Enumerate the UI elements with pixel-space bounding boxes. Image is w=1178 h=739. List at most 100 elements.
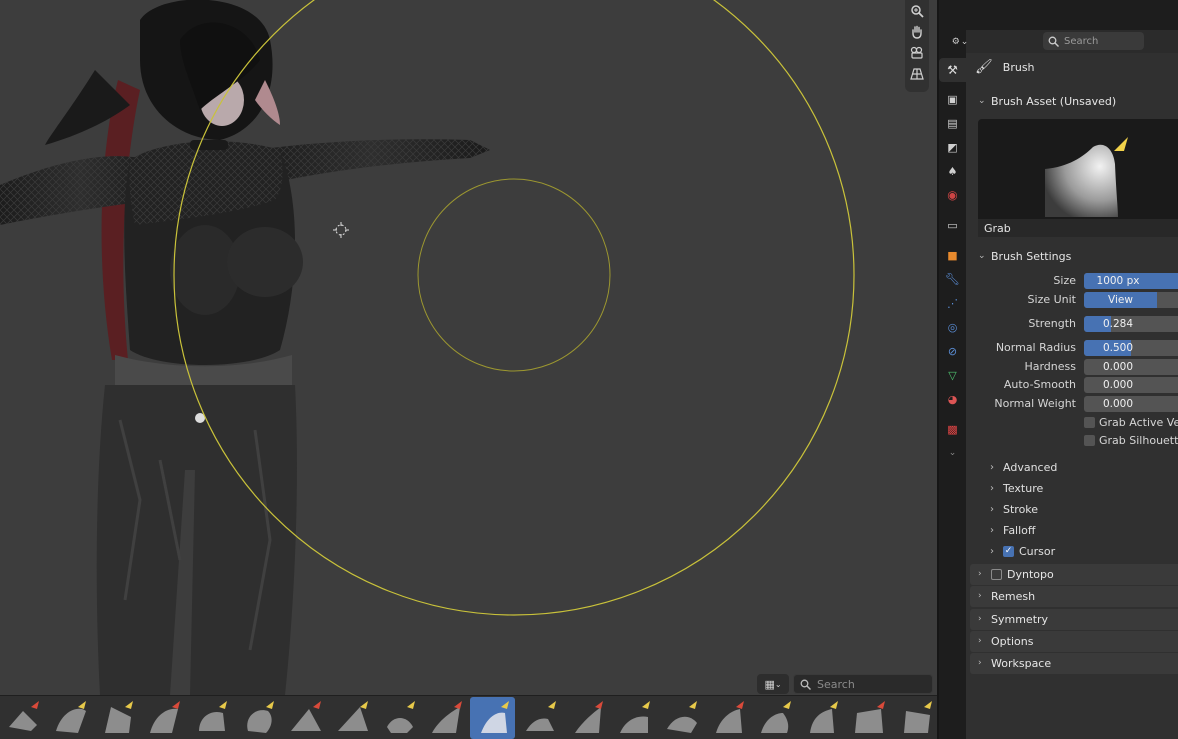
stroke-subpanel[interactable]: › Stroke <box>990 500 1038 518</box>
tab-scene[interactable]: ♠ <box>939 159 966 183</box>
brush-shape <box>290 708 321 731</box>
brush-direction-arrow <box>876 700 885 709</box>
grab-active-vertex-checkbox[interactable] <box>1084 416 1095 428</box>
symmetry-header[interactable]: › Symmetry <box>978 609 1048 629</box>
brush-thumbnail[interactable] <box>376 697 421 739</box>
brush-thumbnail[interactable] <box>564 697 609 739</box>
brush-thumbnail[interactable] <box>282 697 327 739</box>
brush-icon: 🖌︎ <box>975 59 993 75</box>
tab-constraints[interactable]: ⊘ <box>939 339 966 363</box>
size-slider[interactable]: 1000 px <box>1084 273 1178 289</box>
advanced-subpanel[interactable]: › Advanced <box>990 458 1057 476</box>
brush-direction-arrow <box>124 700 133 709</box>
tab-material[interactable]: ◕ <box>939 387 966 411</box>
brush-preview-icon <box>903 700 932 733</box>
dyntopo-checkbox[interactable] <box>991 568 1002 580</box>
brush-thumbnail[interactable] <box>47 697 92 739</box>
tab-modifiers[interactable]: 🔧︎ <box>939 267 966 291</box>
brush-thumbnail[interactable] <box>94 697 139 739</box>
tool-icon: ⚒ <box>947 63 958 77</box>
3d-viewport[interactable]: ▦ ⌄ <box>0 0 937 739</box>
size-unit-view-toggle[interactable]: View <box>1084 292 1178 308</box>
brush-thumbnail[interactable] <box>846 697 891 739</box>
brush-shape <box>337 706 368 731</box>
tab-view-layer[interactable]: ◩ <box>939 135 966 159</box>
size-label: Size <box>1053 274 1076 287</box>
camera-icon[interactable] <box>910 46 924 63</box>
normal-weight-slider[interactable]: 0.000 <box>1084 396 1178 412</box>
brush-preview-icon <box>386 700 415 733</box>
grab-silhouette-toggle[interactable]: Grab Silhouette <box>1084 432 1178 448</box>
brush-shape <box>104 706 131 733</box>
grab-silhouette-checkbox[interactable] <box>1084 434 1095 446</box>
brush-settings-header[interactable]: ⌄ Brush Settings <box>978 246 1071 266</box>
brush-preview-icon <box>809 700 838 733</box>
properties-editor-icon: ⚙ <box>951 37 960 47</box>
strength-slider[interactable]: 0.284 <box>1084 316 1178 332</box>
grid-perspective-icon[interactable] <box>910 67 924 84</box>
sculpt-model-scene[interactable] <box>0 0 937 739</box>
grab-active-vertex-toggle[interactable]: Grab Active Vertex <box>1084 414 1178 430</box>
brush-thumbnail[interactable] <box>611 697 656 739</box>
cursor-subpanel[interactable]: › Cursor <box>990 542 1055 560</box>
brush-thumbnail[interactable] <box>658 697 703 739</box>
properties-search[interactable] <box>1043 32 1144 50</box>
brush-inner-circle <box>417 178 611 372</box>
falloff-subpanel[interactable]: › Falloff <box>990 521 1035 539</box>
world-icon: ◉ <box>947 188 958 202</box>
brush-thumbnail[interactable] <box>470 696 515 739</box>
hardness-slider[interactable]: 0.000 <box>1084 359 1178 375</box>
brush-thumbnail[interactable] <box>141 697 186 739</box>
brush-thumbnail[interactable] <box>705 697 750 739</box>
texture-subpanel[interactable]: › Texture <box>990 479 1043 497</box>
tab-data[interactable]: ▽ <box>939 363 966 387</box>
chevron-right-icon: › <box>978 614 982 624</box>
brush-thumbnail[interactable] <box>423 697 468 739</box>
brush-thumbnail[interactable] <box>799 697 844 739</box>
brush-thumbnail[interactable] <box>752 697 797 739</box>
tab-object[interactable]: ■ <box>939 243 966 267</box>
brush-thumbnail[interactable] <box>235 697 280 739</box>
brush-shape <box>8 710 37 731</box>
printer-icon: ▤ <box>947 116 958 130</box>
zoom-icon[interactable] <box>910 4 924 21</box>
brush-asset-shelf <box>0 695 937 739</box>
brush-thumbnail[interactable] <box>329 697 374 739</box>
brush-asset-header[interactable]: ⌄ Brush Asset (Unsaved) <box>978 91 1116 111</box>
asset-shelf-search-input[interactable] <box>817 677 917 691</box>
remesh-header[interactable]: › Remesh <box>978 586 1035 606</box>
tab-world[interactable]: ◉ <box>939 183 966 207</box>
brush-shape <box>760 712 788 733</box>
asset-shelf-search[interactable] <box>793 674 933 694</box>
hand-pan-icon[interactable] <box>910 25 924 42</box>
options-header[interactable]: › Options <box>978 631 1033 651</box>
auto-smooth-slider[interactable]: 0.000 <box>1084 377 1178 393</box>
normal-radius-slider[interactable]: 0.500 <box>1084 340 1178 356</box>
properties-search-input[interactable] <box>1064 35 1134 47</box>
tab-output[interactable]: ▤ <box>939 111 966 135</box>
workspace-header[interactable]: › Workspace <box>978 653 1051 673</box>
texture-icon: ▩ <box>947 422 958 436</box>
properties-tabs: ⚒ ▣ ▤ ◩ ♠ ◉ ▭ ■ 🔧︎ ⋰ ◎ ⊘ ▽ ◕ ▩ ⌄ <box>939 0 966 739</box>
tab-collection[interactable]: ▭ <box>939 213 966 237</box>
size-unit-label: Size Unit <box>1027 293 1076 306</box>
editor-type-dropdown[interactable]: ⚙ ⌄ <box>946 33 974 51</box>
tab-texture[interactable]: ▩ <box>939 417 966 441</box>
brush-preview-icon <box>480 700 509 733</box>
brush-thumbnail[interactable] <box>188 697 233 739</box>
brush-asset-preview[interactable] <box>978 119 1178 219</box>
tab-particles[interactable]: ⋰ <box>939 291 966 315</box>
dyntopo-header[interactable]: › Dyntopo <box>978 564 1054 584</box>
brush-thumbnail[interactable] <box>893 697 937 739</box>
brush-shape <box>386 717 413 733</box>
tab-tool[interactable]: ⚒ <box>939 58 966 82</box>
tab-physics[interactable]: ◎ <box>939 315 966 339</box>
cursor-checkbox[interactable] <box>1003 545 1014 557</box>
brush-preview-icon <box>55 700 86 733</box>
brush-thumbnail[interactable] <box>517 697 562 739</box>
brush-thumbnail[interactable] <box>0 697 45 739</box>
tab-render[interactable]: ▣ <box>939 87 966 111</box>
display-grid-dropdown[interactable]: ▦ ⌄ <box>757 674 789 694</box>
tabs-more[interactable]: ⌄ <box>939 441 966 465</box>
chevron-right-icon: › <box>990 545 994 557</box>
